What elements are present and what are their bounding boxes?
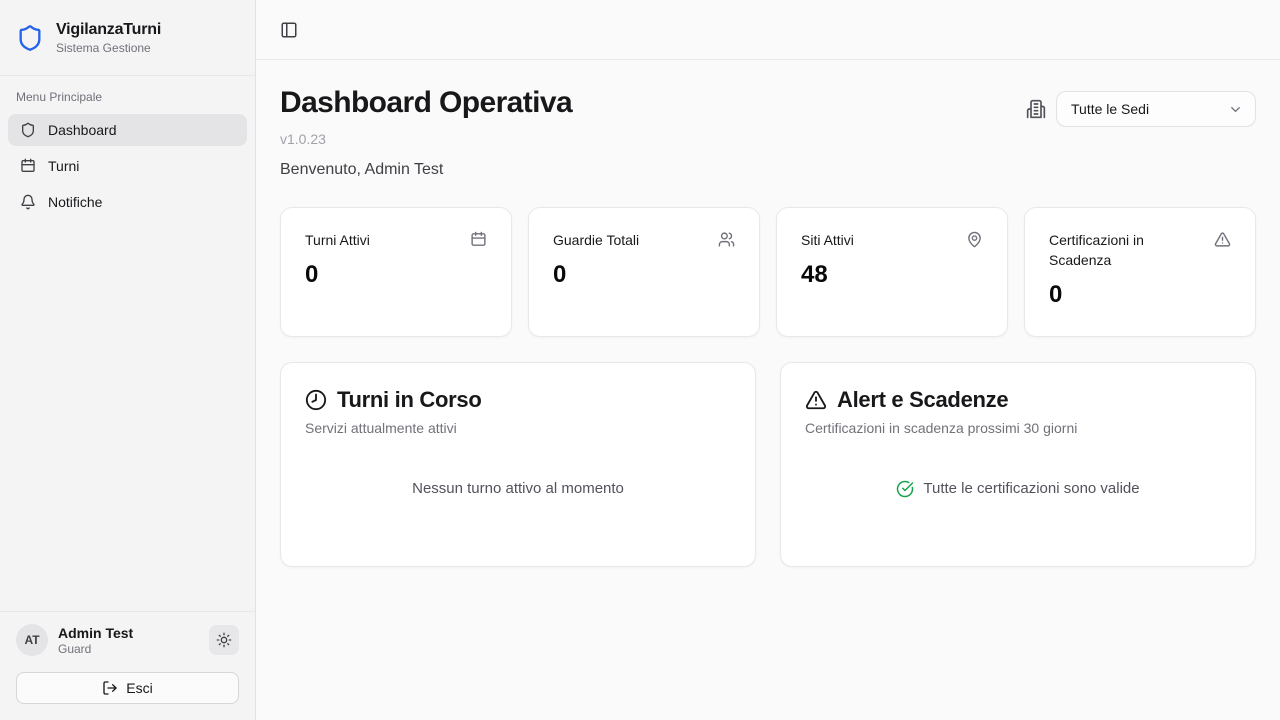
stat-card-certificazioni: Certificazioni in Scadenza 0	[1024, 207, 1256, 337]
user-row: AT Admin Test Guard	[16, 624, 239, 656]
logout-label: Esci	[126, 680, 152, 696]
app-name: VigilanzaTurni	[56, 21, 161, 39]
stats-row: Turni Attivi 0 Guardie Totali 0	[280, 207, 1256, 337]
chevron-down-icon	[1228, 102, 1243, 117]
avatar: AT	[16, 624, 48, 656]
sidebar-item-label: Dashboard	[48, 122, 117, 138]
welcome-text: Benvenuto, Admin Test	[280, 161, 572, 179]
panel-subtitle: Certificazioni in scadenza prossimi 30 g…	[805, 420, 1231, 436]
user-name: Admin Test	[58, 625, 199, 641]
page-content: Dashboard Operativa v1.0.23 Benvenuto, A…	[256, 60, 1280, 720]
logout-button[interactable]: Esci	[16, 672, 239, 704]
logout-icon	[102, 680, 118, 696]
stat-value: 0	[553, 261, 735, 289]
version-label: v1.0.23	[280, 131, 572, 147]
alert-triangle-icon	[1214, 231, 1231, 248]
shield-logo-icon	[16, 24, 44, 52]
site-filter-value: Tutte le Sedi	[1071, 101, 1149, 117]
user-role: Guard	[58, 642, 199, 656]
stat-value: 0	[305, 261, 487, 289]
sun-icon	[216, 632, 232, 648]
panel-alert-scadenze: Alert e Scadenze Certificazioni in scade…	[780, 362, 1256, 567]
calendar-icon	[20, 158, 36, 174]
sidebar-item-label: Turni	[48, 158, 79, 174]
panel-left-icon	[280, 21, 298, 39]
sidebar-item-label: Notifiche	[48, 194, 102, 210]
shield-icon	[20, 122, 36, 138]
stat-card-guardie-totali: Guardie Totali 0	[528, 207, 760, 337]
calendar-icon	[470, 231, 487, 248]
empty-state-text: Nessun turno attivo al momento	[412, 480, 624, 497]
stat-label: Certificazioni in Scadenza	[1049, 230, 1204, 271]
building-icon	[1026, 99, 1046, 119]
sidebar-item-notifiche[interactable]: Notifiche	[8, 186, 247, 218]
check-circle-icon	[896, 480, 914, 498]
panel-subtitle: Servizi attualmente attivi	[305, 420, 731, 436]
sidebar: VigilanzaTurni Sistema Gestione Menu Pri…	[0, 0, 256, 720]
main-area: Dashboard Operativa v1.0.23 Benvenuto, A…	[256, 0, 1280, 720]
panel-turni-in-corso: Turni in Corso Servizi attualmente attiv…	[280, 362, 756, 567]
stat-card-siti-attivi: Siti Attivi 48	[776, 207, 1008, 337]
users-icon	[718, 231, 735, 248]
map-pin-icon	[966, 231, 983, 248]
bell-icon	[20, 194, 36, 210]
app-subtitle: Sistema Gestione	[56, 41, 161, 55]
stat-label: Guardie Totali	[553, 230, 639, 250]
page-header: Dashboard Operativa v1.0.23 Benvenuto, A…	[280, 86, 1256, 179]
stat-label: Siti Attivi	[801, 230, 854, 250]
sidebar-menu: Menu Principale Dashboard Turni Notifich…	[0, 76, 255, 236]
stat-card-turni-attivi: Turni Attivi 0	[280, 207, 512, 337]
sidebar-toggle-button[interactable]	[280, 21, 298, 39]
stat-value: 48	[801, 261, 983, 289]
page-title: Dashboard Operativa	[280, 86, 572, 121]
theme-toggle-button[interactable]	[209, 625, 239, 655]
clock-icon	[305, 389, 327, 411]
site-filter-select[interactable]: Tutte le Sedi	[1056, 91, 1256, 127]
alert-triangle-icon	[805, 389, 827, 411]
panel-title: Alert e Scadenze	[837, 387, 1008, 413]
sidebar-item-turni[interactable]: Turni	[8, 150, 247, 182]
topbar	[256, 0, 1280, 60]
sidebar-footer: AT Admin Test Guard Esci	[0, 611, 255, 720]
stat-value: 0	[1049, 281, 1231, 309]
status-text: Tutte le certificazioni sono valide	[923, 480, 1139, 497]
status-row: Tutte le certificazioni sono valide	[896, 480, 1139, 498]
panels-row: Turni in Corso Servizi attualmente attiv…	[280, 362, 1256, 567]
sidebar-item-dashboard[interactable]: Dashboard	[8, 114, 247, 146]
panel-title: Turni in Corso	[337, 387, 482, 413]
menu-section-label: Menu Principale	[8, 90, 247, 104]
header-controls: Tutte le Sedi	[1026, 91, 1256, 127]
app-brand: VigilanzaTurni Sistema Gestione	[0, 0, 255, 76]
stat-label: Turni Attivi	[305, 230, 370, 250]
